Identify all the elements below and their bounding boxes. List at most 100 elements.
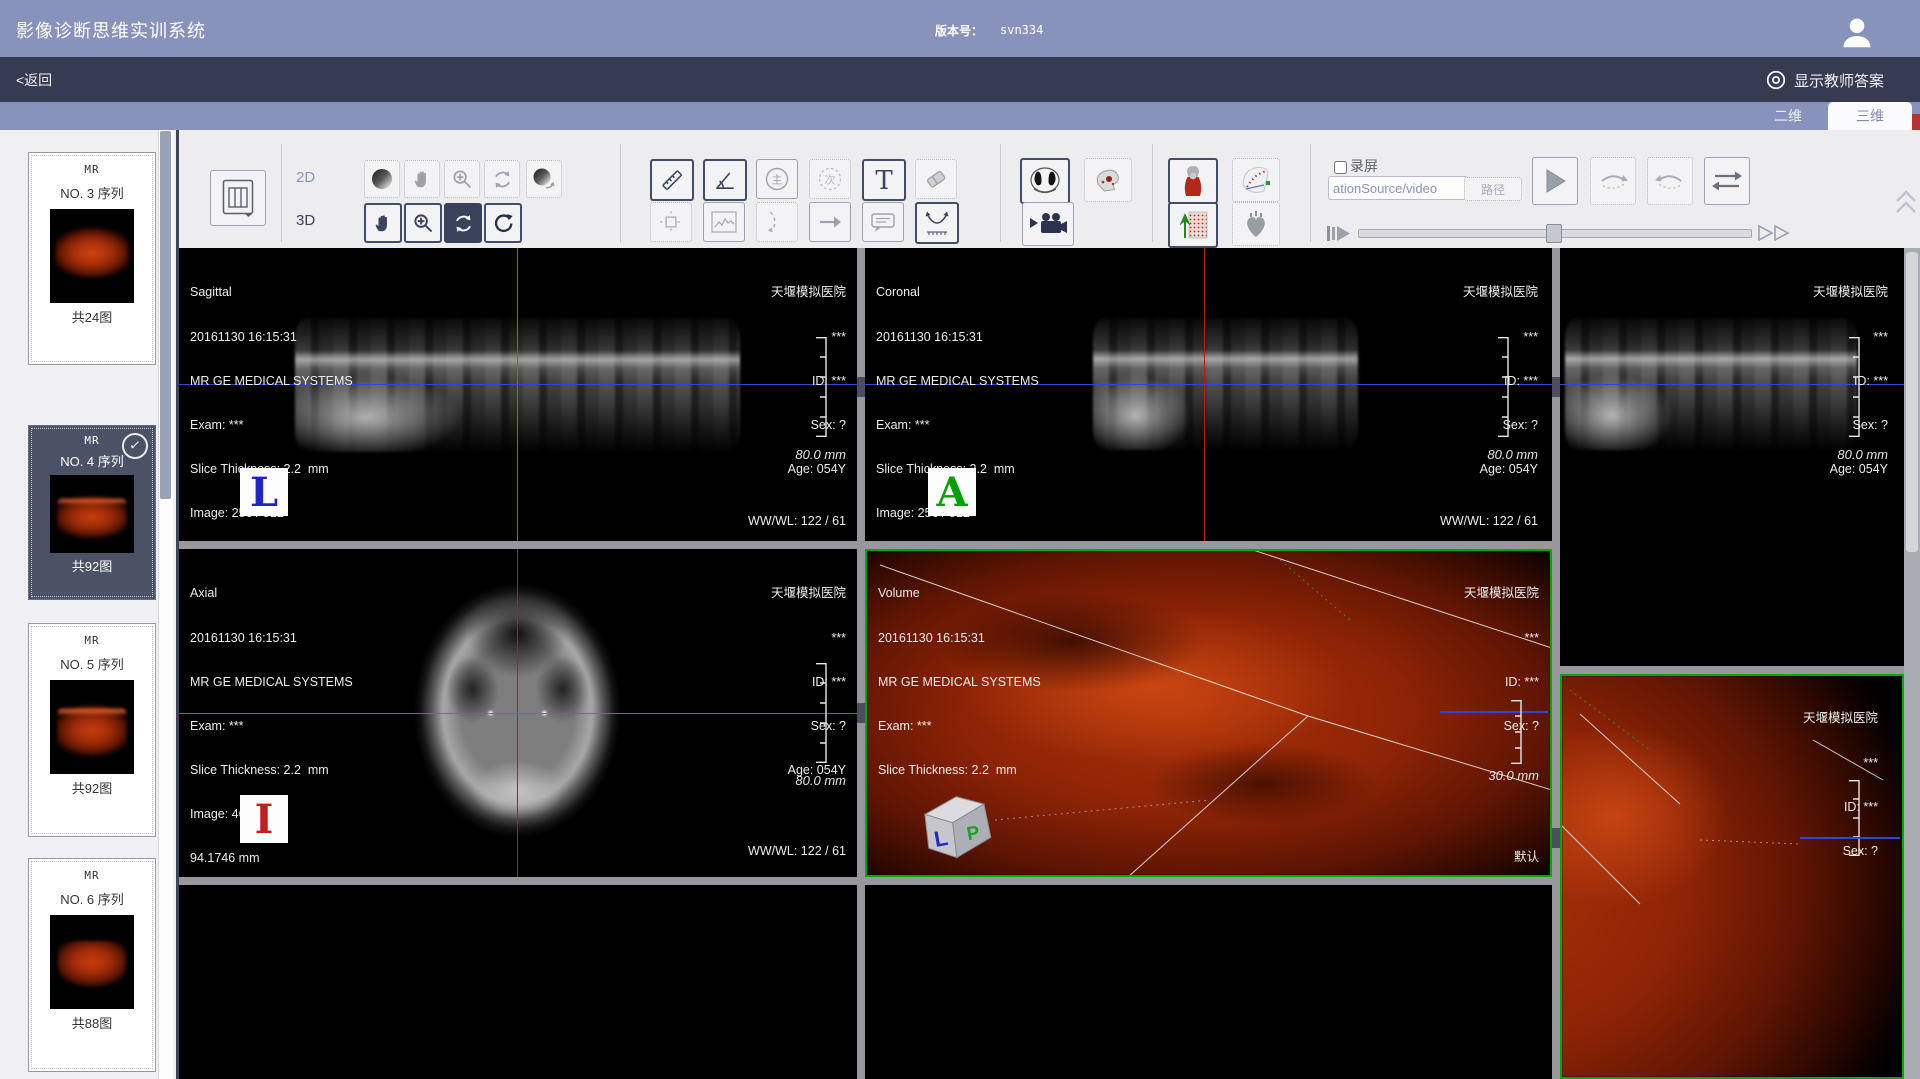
mode-2d-label: 2D [296, 169, 315, 186]
splitter-handle[interactable] [1552, 377, 1560, 397]
arrow-icon [817, 211, 843, 233]
series-card-3[interactable]: MR NO. 3 序列 共24图 [28, 152, 156, 365]
back-button[interactable]: <返回 [16, 70, 52, 90]
orientation-cube[interactable]: L P [915, 785, 1000, 863]
viewport-partial-top[interactable]: 天堰模拟医院 *** ID: *** Sex: ? Age: 054Y 80.0… [1560, 248, 1904, 666]
limb-path-button[interactable] [1232, 158, 1280, 202]
series-card-4-selected[interactable]: ✓ MR NO. 4 序列 共92图 [28, 425, 156, 600]
scale-ruler-icon [1848, 337, 1860, 437]
roi-box-button[interactable] [650, 202, 692, 242]
rotate-3d-button-selected[interactable] [444, 203, 482, 243]
info-line: Sex: ? [771, 418, 846, 433]
heart-view-button[interactable] [1232, 202, 1280, 246]
info-line: ID: *** [771, 374, 846, 389]
info-line: 天堰模拟医院 [771, 586, 846, 601]
zoom-2d-button[interactable] [444, 160, 480, 198]
path-button[interactable]: 路径 [1464, 177, 1522, 201]
info-line: Exam: *** [190, 719, 353, 734]
svg-text:T: T [875, 166, 893, 195]
horizontal-splitter-2[interactable] [179, 877, 1552, 885]
reset-rotation-button[interactable] [484, 203, 522, 243]
skull-icon [1092, 165, 1124, 195]
angle-measure-button[interactable] [703, 159, 747, 201]
export-video-button[interactable] [1022, 202, 1074, 246]
secondary-circle-tool-button[interactable]: 次 [809, 159, 851, 199]
viewport-axial[interactable]: Axial 20161130 16:15:31 MR GE MEDICAL SY… [179, 549, 857, 877]
svg-text:主: 主 [772, 174, 783, 187]
window-level-reset-button[interactable] [526, 160, 562, 198]
info-line: MR GE MEDICAL SYSTEMS [878, 675, 1041, 690]
viewport-partial-bottom-left[interactable] [179, 885, 857, 1079]
rotate-ccw-icon [1654, 168, 1686, 194]
series-thumbnail [50, 915, 134, 1009]
info-line: Volume [878, 586, 1041, 601]
vertical-splitter-2[interactable] [1552, 248, 1560, 1079]
profile-curve-button[interactable] [703, 202, 745, 242]
curve-measure-button[interactable] [915, 202, 959, 244]
splitter-handle[interactable] [857, 377, 865, 397]
length-measure-button[interactable] [650, 159, 694, 201]
user-icon[interactable] [1838, 14, 1876, 52]
comment-button[interactable] [862, 202, 904, 242]
series-modality: MR [29, 163, 155, 176]
splitter-handle[interactable] [857, 703, 865, 723]
sagittal-image [295, 318, 740, 452]
info-line: MR GE MEDICAL SYSTEMS [190, 675, 353, 690]
show-teacher-answer-button[interactable]: 显示教师答案 [1765, 69, 1884, 91]
pan-2d-button[interactable] [404, 160, 440, 198]
series-card-5[interactable]: MR NO. 5 序列 共92图 [28, 623, 156, 837]
rotate-cw-button[interactable] [1590, 157, 1636, 205]
patient-info-right: 天堰模拟医院 *** ID: *** Sex: ? Age: 054Y [771, 557, 846, 807]
rotate-ccw-button[interactable] [1647, 157, 1693, 205]
heart-icon [1241, 209, 1271, 239]
info-line: Slice Thickness: 2.2 mm [878, 763, 1041, 778]
rotate-2d-button[interactable] [484, 160, 520, 198]
layout-button[interactable] [210, 170, 266, 226]
tab-2d[interactable]: 二维 [1758, 102, 1818, 130]
sidebar-scrollbar-thumb[interactable] [160, 131, 171, 499]
viewport-partial-bottom-middle[interactable] [865, 885, 1552, 1079]
info-line: ID: *** [1464, 675, 1539, 690]
svg-text:次: 次 [825, 173, 836, 187]
skull-view-button[interactable] [1084, 158, 1132, 202]
primary-circle-icon: 主 [763, 165, 791, 193]
zoom-3d-button[interactable] [404, 203, 442, 243]
knee-view-button[interactable] [1168, 158, 1218, 204]
window-level-2d-button[interactable] [364, 160, 400, 198]
series-thumbnail [50, 475, 134, 553]
video-path-input[interactable] [1328, 176, 1468, 200]
hand-icon [411, 168, 433, 190]
viewport-sagittal[interactable]: Sagittal 20161130 16:15:31 MR GE MEDICAL… [179, 248, 857, 541]
horizontal-splitter-1[interactable] [179, 541, 1552, 549]
splitter-handle[interactable] [1552, 828, 1560, 848]
primary-circle-tool-button[interactable]: 主 [756, 159, 798, 199]
segmentation-button[interactable] [1168, 202, 1218, 248]
orientation-marker: A [928, 468, 976, 516]
vertical-splitter-1[interactable] [857, 248, 865, 1079]
info-line: *** [1464, 631, 1539, 646]
pan-3d-button[interactable] [364, 203, 402, 243]
text-tool-icon: T [870, 165, 898, 195]
viewport-volume[interactable]: Volume 20161130 16:15:31 MR GE MEDICAL S… [865, 549, 1552, 877]
collapse-toolbar-chevron-icon[interactable] [1894, 188, 1918, 222]
patient-info-left: Volume 20161130 16:15:31 MR GE MEDICAL S… [878, 557, 1041, 807]
record-screen-checkbox[interactable] [1334, 161, 1347, 174]
eraser-button[interactable] [915, 159, 957, 199]
rotation-slider-thumb[interactable] [1546, 224, 1562, 243]
text-annotation-button[interactable]: T [862, 159, 906, 201]
viewport-scrollbar-thumb[interactable] [1906, 252, 1918, 552]
arc-measure-button[interactable] [756, 202, 798, 242]
viewport-coronal[interactable]: Coronal 20161130 16:15:31 MR GE MEDICAL … [865, 248, 1552, 541]
arrow-annotation-button[interactable] [809, 202, 851, 242]
viewport-partial-bottom[interactable]: 天堰模拟医院 *** ID: *** Sex: ? [1560, 674, 1904, 1079]
swap-direction-button[interactable] [1704, 157, 1750, 205]
render-preset-label[interactable]: 默认 [1514, 850, 1539, 865]
series-card-6[interactable]: MR NO. 6 序列 共88图 [28, 858, 156, 1072]
fast-forward-icon[interactable] [1758, 225, 1794, 241]
tab-3d[interactable]: 三维 [1828, 102, 1912, 130]
horizontal-splitter-right-column[interactable] [1560, 666, 1904, 674]
segmentation-icon [1177, 210, 1209, 240]
play-button[interactable] [1532, 157, 1578, 205]
window-level-reset-icon [531, 167, 557, 191]
lungs-view-button[interactable] [1020, 158, 1070, 204]
